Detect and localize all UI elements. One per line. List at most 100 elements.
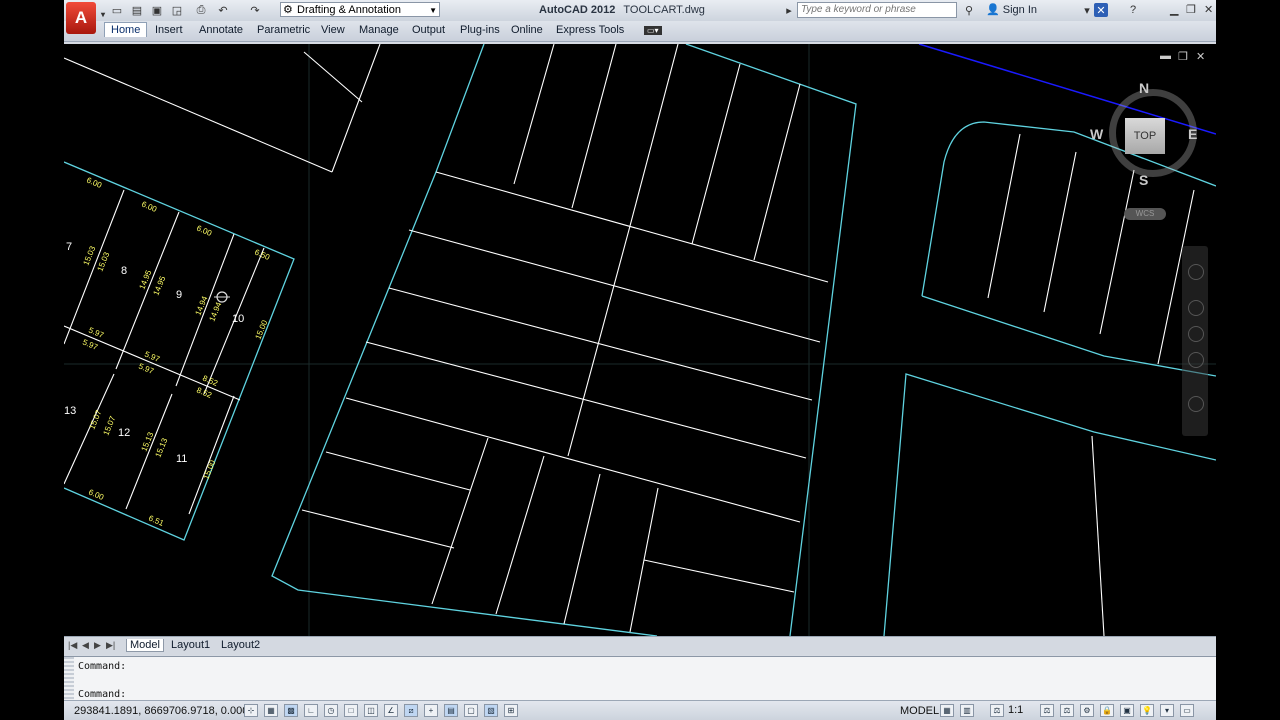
expand-arrow-icon[interactable]: ▸ bbox=[782, 3, 796, 17]
new-icon[interactable]: ▭ bbox=[110, 3, 124, 17]
first-layout-icon[interactable]: |◀ bbox=[68, 640, 77, 651]
user-icon: 👤 bbox=[986, 4, 1000, 16]
viewport-minimize-button[interactable]: ▬ bbox=[1160, 50, 1171, 62]
tab-parametric[interactable]: Parametric bbox=[257, 24, 310, 36]
3d-osnap-icon[interactable]: ◫ bbox=[364, 704, 378, 717]
dyn-icon[interactable]: + bbox=[424, 704, 438, 717]
restore-button[interactable]: ❐ bbox=[1186, 3, 1196, 16]
transparency-icon[interactable]: ▢ bbox=[464, 704, 478, 717]
selection-cycling-icon[interactable]: ⊞ bbox=[504, 704, 518, 717]
quick-properties-icon[interactable]: ▧ bbox=[484, 704, 498, 717]
last-layout-icon[interactable]: ▶| bbox=[106, 640, 115, 651]
ucs-menu[interactable]: WCS bbox=[1124, 208, 1166, 220]
clean-screen-icon[interactable]: ▭ bbox=[1180, 704, 1194, 717]
tab-online[interactable]: Online bbox=[511, 24, 543, 36]
quick-view-drawings-icon[interactable]: ▥ bbox=[960, 704, 974, 717]
tab-insert[interactable]: Insert bbox=[155, 24, 183, 36]
viewport-restore-button[interactable]: ❐ bbox=[1178, 50, 1188, 63]
lock-icon[interactable]: 🔒 bbox=[1100, 704, 1114, 717]
status-menu-icon[interactable]: ▾ bbox=[1160, 704, 1174, 717]
compass-north[interactable]: N bbox=[1139, 80, 1149, 96]
polar-icon[interactable]: ◷ bbox=[324, 704, 338, 717]
crosshair-cursor bbox=[214, 291, 230, 303]
drawing-area[interactable]: 7 8 9 10 11 12 13 6.00 6.00 6.00 6.50 15… bbox=[64, 44, 1216, 636]
workspace-selector[interactable]: ⚙ Drafting & Annotation ▼ bbox=[280, 2, 440, 17]
close-button[interactable]: ✕ bbox=[1204, 3, 1213, 16]
annotation-scale[interactable]: 1:1 bbox=[1008, 704, 1023, 716]
binoculars-icon[interactable]: ⚲ bbox=[962, 3, 976, 17]
infer-constraints-icon[interactable]: ⊹ bbox=[244, 704, 258, 717]
lot-number: 12 bbox=[118, 427, 130, 439]
open-icon[interactable]: ▤ bbox=[130, 3, 144, 17]
compass-east[interactable]: E bbox=[1188, 126, 1197, 142]
undo-icon[interactable]: ↶ bbox=[216, 3, 230, 17]
annotation-visibility-icon[interactable]: ⚖ bbox=[1040, 704, 1054, 717]
command-prompt: Command: bbox=[78, 689, 127, 700]
annotation-scale-icon[interactable]: ⚖ bbox=[990, 704, 1004, 717]
lineweight-icon[interactable]: ▤ bbox=[444, 704, 458, 717]
viewcube-top-face[interactable]: TOP bbox=[1125, 118, 1165, 154]
tab-model[interactable]: Model bbox=[126, 639, 164, 652]
drawing-svg[interactable]: 7 8 9 10 11 12 13 6.00 6.00 6.00 6.50 15… bbox=[64, 44, 1216, 636]
layout-tab-bar: |◀ ◀ ▶ ▶| Model Layout1 Layout2 bbox=[64, 636, 1216, 655]
dimension-label: 6.00 bbox=[195, 224, 213, 239]
minimize-button[interactable]: ▁ bbox=[1170, 3, 1178, 16]
dimension-label: 15.07 bbox=[88, 408, 104, 430]
previous-layout-icon[interactable]: ◀ bbox=[82, 640, 89, 651]
auto-scale-icon[interactable]: ⚖ bbox=[1060, 704, 1074, 717]
ducs-icon[interactable]: ⧄ bbox=[404, 704, 418, 717]
compass-south[interactable]: S bbox=[1139, 172, 1148, 188]
tab-output[interactable]: Output bbox=[412, 24, 445, 36]
grid-icon[interactable]: ▩ bbox=[284, 704, 298, 717]
next-layout-icon[interactable]: ▶ bbox=[94, 640, 101, 651]
save-as-icon[interactable]: ◲ bbox=[170, 3, 184, 17]
isolate-objects-icon[interactable]: 💡 bbox=[1140, 704, 1154, 717]
dimension-label: 5.97 bbox=[143, 350, 161, 365]
tab-view[interactable]: View bbox=[321, 24, 345, 36]
tab-home[interactable]: Home bbox=[104, 22, 148, 37]
snap-icon[interactable]: ▦ bbox=[264, 704, 278, 717]
dimension-label: 8.52 bbox=[201, 374, 219, 389]
viewport-close-button[interactable]: ✕ bbox=[1196, 50, 1205, 63]
app-title: AutoCAD 2012 bbox=[539, 4, 616, 16]
print-icon[interactable]: ⎙ bbox=[194, 3, 208, 17]
dimension-label: 14.94 bbox=[208, 300, 224, 322]
lot-number: 11 bbox=[176, 453, 187, 465]
command-window-grip[interactable] bbox=[64, 657, 74, 701]
pan-icon[interactable] bbox=[1188, 300, 1204, 316]
hardware-acceleration-icon[interactable]: ▣ bbox=[1120, 704, 1134, 717]
tab-layout1[interactable]: Layout1 bbox=[168, 639, 213, 651]
showmotion-icon[interactable] bbox=[1188, 396, 1204, 412]
tab-manage[interactable]: Manage bbox=[359, 24, 399, 36]
tab-annotate[interactable]: Annotate bbox=[199, 24, 243, 36]
tab-layout2[interactable]: Layout2 bbox=[218, 639, 263, 651]
command-input[interactable] bbox=[134, 687, 1204, 699]
gear-icon: ⚙ bbox=[283, 4, 293, 16]
ribbon-minimize-icon[interactable]: ▭▾ bbox=[644, 26, 662, 35]
lot-number: 8 bbox=[121, 265, 127, 277]
exchange-icon[interactable]: ✕ bbox=[1094, 3, 1108, 17]
quick-view-layouts-icon[interactable]: ▦ bbox=[940, 704, 954, 717]
save-icon[interactable]: ▣ bbox=[150, 3, 164, 17]
autocad-logo: A bbox=[74, 8, 88, 27]
zoom-icon[interactable] bbox=[1188, 326, 1204, 342]
file-name: TOOLCART.dwg bbox=[623, 4, 705, 16]
workspace-switching-icon[interactable]: ⚙ bbox=[1080, 704, 1094, 717]
coordinate-readout[interactable]: 293841.1891, 8669706.9718, 0.0000 bbox=[74, 705, 254, 717]
redo-icon[interactable]: ↷ bbox=[248, 3, 262, 17]
help-button[interactable]: ? bbox=[1126, 3, 1140, 17]
command-window: Command: Command: bbox=[64, 656, 1216, 701]
steering-wheel-icon[interactable] bbox=[1188, 264, 1204, 280]
otrack-icon[interactable]: ∠ bbox=[384, 704, 398, 717]
osnap-icon[interactable]: □ bbox=[344, 704, 358, 717]
search-input[interactable] bbox=[797, 2, 957, 18]
ortho-icon[interactable]: ∟ bbox=[304, 704, 318, 717]
application-menu-button[interactable]: A ▾ bbox=[66, 2, 105, 34]
chevron-down-icon[interactable]: ▾ bbox=[1080, 3, 1094, 17]
orbit-icon[interactable] bbox=[1188, 352, 1204, 368]
tab-plug-ins[interactable]: Plug-ins bbox=[460, 24, 500, 36]
sign-in-button[interactable]: 👤 Sign In bbox=[986, 3, 1037, 16]
model-space-toggle[interactable]: MODEL bbox=[900, 705, 939, 717]
compass-west[interactable]: W bbox=[1090, 126, 1103, 142]
tab-express-tools[interactable]: Express Tools bbox=[556, 24, 624, 36]
